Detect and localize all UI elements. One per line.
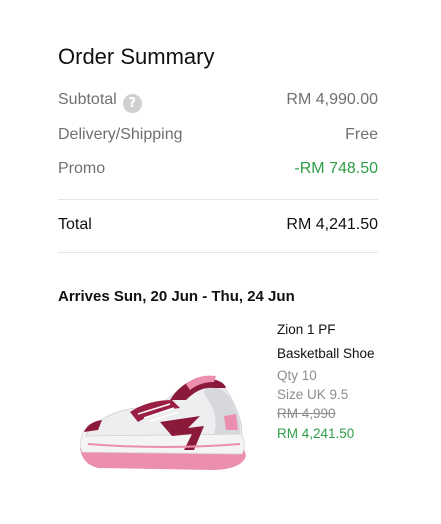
subtotal-value: RM 4,990.00 (286, 91, 378, 108)
delivery-label: Delivery/Shipping (58, 126, 183, 143)
product-details: Zion 1 PF Basketball Shoe Qty 10 Size UK… (277, 318, 387, 444)
total-row: Total RM 4,241.50 (58, 214, 378, 236)
divider-top (58, 199, 378, 200)
promo-row: Promo -RM 748.50 (58, 158, 378, 180)
delivery-row: Delivery/Shipping Free (58, 124, 378, 146)
product-size: Size UK 9.5 (277, 387, 349, 402)
sale-price: RM 4,241.50 (277, 426, 355, 441)
total-value: RM 4,241.50 (286, 216, 378, 233)
order-summary-title: Order Summary (58, 44, 215, 69)
original-price: RM 4,990 (277, 406, 336, 421)
promo-value: -RM 748.50 (294, 160, 378, 177)
subtotal-label: Subtotal (58, 91, 117, 108)
question-mark-icon[interactable]: ? (122, 94, 142, 113)
subtotal-row: Subtotal? RM 4,990.00 (58, 89, 378, 113)
subtotal-label-wrap: Subtotal? (58, 89, 142, 113)
basketball-shoe-image[interactable] (74, 370, 252, 482)
total-label: Total (58, 216, 92, 233)
delivery-value: Free (345, 126, 378, 143)
arrival-date: Arrives Sun, 20 Jun - Thu, 24 Jun (58, 288, 295, 305)
promo-label: Promo (58, 160, 106, 177)
divider-bottom (58, 252, 378, 253)
product-name[interactable]: Zion 1 PF Basketball Shoe (277, 318, 381, 366)
product-qty: Qty 10 (277, 368, 317, 383)
